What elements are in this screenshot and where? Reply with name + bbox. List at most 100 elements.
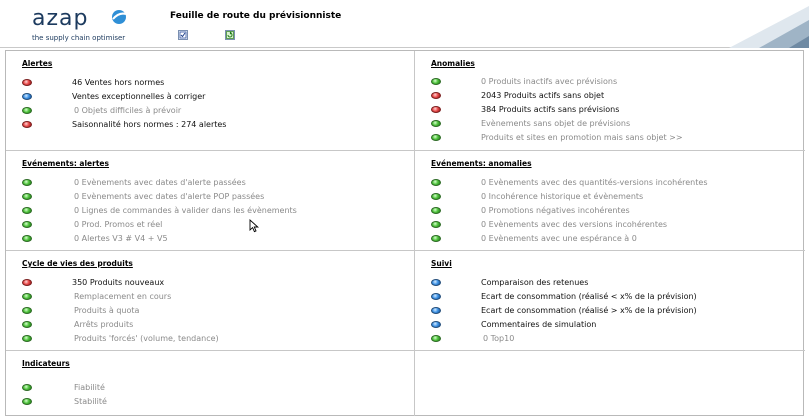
anomalies-item-2[interactable]: 2043 Produits actifs sans objet	[431, 89, 604, 101]
status-red-icon	[22, 278, 32, 286]
alertes-item-3[interactable]: 0 Objets difficiles à prévoir	[22, 104, 181, 116]
status-green-icon	[22, 106, 32, 114]
evenements-alertes-item-2[interactable]: 0 Evènements avec dates d'alerte POP pas…	[22, 190, 264, 202]
suivi-item-2[interactable]: Ecart de consommation (réalisé < x% de l…	[431, 290, 697, 302]
suivi-item-1[interactable]: Comparaison des retenues	[431, 276, 588, 288]
item-label: Comparaison des retenues	[481, 277, 589, 287]
anomalies-item-5[interactable]: Produits et sites en promotion mais sans…	[431, 131, 683, 143]
evenements-anomalies-item-4[interactable]: 0 Evènements avec des versions incohéren…	[431, 218, 667, 230]
status-green-icon	[22, 306, 32, 314]
item-label: Saisonnalité hors normes : 274 alertes	[72, 119, 227, 129]
status-green-icon	[431, 77, 441, 85]
status-green-icon	[22, 334, 32, 342]
status-green-icon	[22, 383, 32, 391]
item-label: 0 Produits inactifs avec prévisions	[481, 76, 618, 86]
logo-wordmark: azap	[32, 6, 89, 31]
header-corner-decoration	[729, 6, 809, 48]
cycle-item-3[interactable]: Produits à quota	[22, 304, 139, 316]
panel-anomalies: Anomalies 0 Produits inactifs avec prévi…	[415, 51, 805, 151]
item-label: 0 Lignes de commandes à valider dans les…	[74, 205, 297, 215]
status-green-icon	[22, 292, 32, 300]
status-blue-icon	[22, 92, 32, 100]
panel-title-anomalies: Anomalies	[431, 59, 475, 68]
status-green-icon	[22, 178, 32, 186]
evenements-alertes-item-5[interactable]: 0 Alertes V3 # V4 + V5	[22, 232, 168, 244]
item-label: 0 Alertes V3 # V4 + V5	[74, 233, 168, 243]
alertes-item-2[interactable]: Ventes exceptionnelles à corriger	[22, 90, 205, 102]
panel-evenements-anomalies: Evénements: anomalies 0 Evènements avec …	[415, 151, 805, 251]
panel-indicateurs: Indicateurs Fiabilité Stabilité	[6, 351, 415, 416]
checklist-icon	[179, 31, 187, 39]
checklist-button[interactable]	[178, 30, 188, 40]
page-title: Feuille de route du prévisionniste	[170, 11, 342, 21]
item-label: Ecart de consommation (réalisé < x% de l…	[481, 291, 697, 301]
status-red-icon	[22, 120, 32, 128]
panel-title-alertes: Alertes	[22, 59, 53, 68]
suivi-item-4[interactable]: Commentaires de simulation	[431, 318, 596, 330]
panel-title-indicateurs: Indicateurs	[22, 359, 70, 368]
evenements-anomalies-item-3[interactable]: 0 Promotions négatives incohérentes	[431, 204, 630, 216]
cycle-item-2[interactable]: Remplacement en cours	[22, 290, 171, 302]
evenements-alertes-item-3[interactable]: 0 Lignes de commandes à valider dans les…	[22, 204, 297, 216]
status-green-icon	[431, 178, 441, 186]
item-label: Remplacement en cours	[74, 291, 172, 301]
item-label: 0 Promotions négatives incohérentes	[481, 205, 630, 215]
status-green-icon	[22, 320, 32, 328]
cycle-item-1[interactable]: 350 Produits nouveaux	[22, 276, 164, 288]
panel-alertes: Alertes 46 Ventes hors normes Ventes exc…	[6, 51, 415, 151]
status-green-icon	[431, 192, 441, 200]
evenements-anomalies-item-5[interactable]: 0 Evènements avec une espérance à 0	[431, 232, 637, 244]
status-green-icon	[431, 334, 441, 342]
item-label: 384 Produits actifs sans prévisions	[481, 104, 620, 114]
suivi-item-3[interactable]: Ecart de consommation (réalisé > x% de l…	[431, 304, 697, 316]
status-green-icon	[431, 119, 441, 127]
refresh-button[interactable]	[225, 30, 235, 40]
anomalies-item-1[interactable]: 0 Produits inactifs avec prévisions	[431, 75, 617, 87]
panel-title-evenements-alertes: Evénements: alertes	[22, 159, 109, 168]
evenements-anomalies-item-2[interactable]: 0 Incohérence historique et évènements	[431, 190, 643, 202]
indicateurs-item-1[interactable]: Fiabilité	[22, 381, 105, 393]
alertes-item-4[interactable]: Saisonnalité hors normes : 274 alertes	[22, 118, 226, 130]
item-label: Commentaires de simulation	[481, 319, 597, 329]
status-red-icon	[22, 78, 32, 86]
status-blue-icon	[431, 278, 441, 286]
status-green-icon	[431, 234, 441, 242]
status-green-icon	[431, 220, 441, 228]
status-green-icon	[431, 133, 441, 141]
status-green-icon	[431, 206, 441, 214]
item-label: 0 Objets difficiles à prévoir	[74, 105, 182, 115]
evenements-alertes-item-1[interactable]: 0 Evènements avec dates d'alerte passées	[22, 176, 246, 188]
panel-title-evenements-anomalies: Evénements: anomalies	[431, 159, 532, 168]
evenements-alertes-item-4[interactable]: 0 Prod. Promos et réel	[22, 218, 162, 230]
item-label: 0 Evènements avec des quantités-versions…	[481, 177, 708, 187]
status-green-icon	[22, 220, 32, 228]
status-red-icon	[431, 105, 441, 113]
panel-title-suivi: Suivi	[431, 259, 452, 268]
anomalies-item-4[interactable]: Evènements sans objet de prévisions	[431, 117, 630, 129]
item-label: Produits et sites en promotion mais sans…	[481, 132, 683, 142]
item-label: Produits 'forcés' (volume, tendance)	[74, 333, 219, 343]
item-label: Fiabilité	[74, 382, 105, 392]
item-label: 0 Top10	[483, 333, 515, 343]
status-green-icon	[22, 234, 32, 242]
indicateurs-item-2[interactable]: Stabilité	[22, 395, 107, 407]
azap-logo: azap the supply chain optimiser	[32, 6, 142, 44]
item-label: 46 Ventes hors normes	[72, 77, 165, 87]
item-label: Produits à quota	[74, 305, 140, 315]
item-label: Stabilité	[74, 396, 107, 406]
status-green-icon	[22, 192, 32, 200]
item-label: 0 Incohérence historique et évènements	[481, 191, 644, 201]
evenements-anomalies-item-1[interactable]: 0 Evènements avec des quantités-versions…	[431, 176, 707, 188]
item-label: 0 Prod. Promos et réel	[74, 219, 163, 229]
panel-empty	[415, 351, 805, 416]
suivi-item-5[interactable]: 0 Top10	[431, 332, 514, 344]
anomalies-item-3[interactable]: 384 Produits actifs sans prévisions	[431, 103, 619, 115]
logo-swoosh-icon	[112, 10, 127, 24]
cycle-item-5[interactable]: Produits 'forcés' (volume, tendance)	[22, 332, 219, 344]
item-label: 2043 Produits actifs sans objet	[481, 90, 605, 100]
cycle-item-4[interactable]: Arrêts produits	[22, 318, 133, 330]
alertes-item-1[interactable]: 46 Ventes hors normes	[22, 76, 164, 88]
item-label: Ecart de consommation (réalisé > x% de l…	[481, 305, 697, 315]
item-label: 0 Evènements avec une espérance à 0	[481, 233, 637, 243]
status-blue-icon	[431, 306, 441, 314]
